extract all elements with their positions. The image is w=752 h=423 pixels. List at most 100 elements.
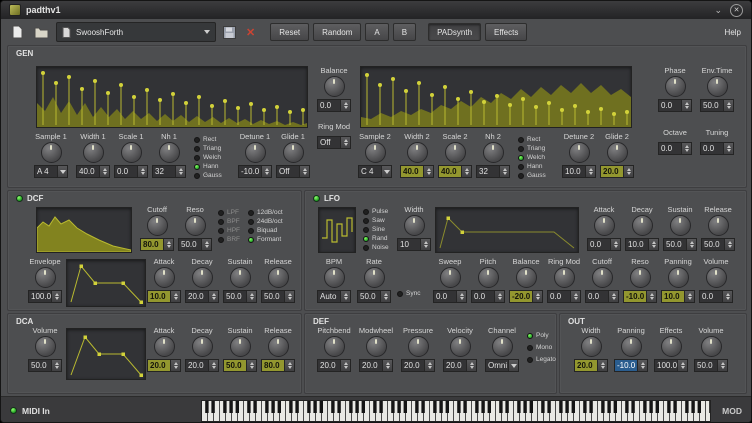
radio-option-welch[interactable]: Welch: [518, 154, 546, 161]
knob-dial[interactable]: [366, 336, 387, 357]
knob-dial[interactable]: [592, 267, 613, 288]
knob-dial[interactable]: [159, 142, 180, 163]
spin-arrows[interactable]: [637, 360, 647, 371]
spin-arrows[interactable]: [284, 291, 294, 302]
spinbox[interactable]: 0.0: [699, 290, 733, 303]
spin-arrows[interactable]: [610, 239, 620, 250]
spin-arrows[interactable]: [648, 239, 658, 250]
spinbox[interactable]: Off: [276, 165, 310, 178]
radio-option-gauss[interactable]: Gauss: [518, 172, 546, 179]
dropdown-arrow-icon[interactable]: [57, 166, 67, 177]
radio-option-rect[interactable]: Rect: [194, 136, 222, 143]
spin-arrows[interactable]: [623, 166, 633, 177]
knob-dial[interactable]: [661, 336, 682, 357]
spin-arrows[interactable]: [681, 143, 691, 154]
knob-dial[interactable]: [516, 267, 537, 288]
a-button[interactable]: A: [365, 23, 388, 41]
spin-arrows[interactable]: [677, 360, 687, 371]
radio-option-lpf[interactable]: LPF: [218, 209, 240, 216]
knob-dial[interactable]: [324, 76, 345, 97]
spin-arrows[interactable]: [208, 360, 218, 371]
spin-arrows[interactable]: [246, 360, 256, 371]
spin-arrows[interactable]: [340, 137, 350, 148]
spin-arrows[interactable]: [382, 360, 392, 371]
radio-option-poly[interactable]: Poly: [527, 332, 556, 339]
spin-arrows[interactable]: [340, 291, 350, 302]
lfo-shape-display[interactable]: [318, 207, 356, 253]
lfo-envelope-display[interactable]: [435, 207, 579, 253]
spin-arrows[interactable]: [299, 166, 309, 177]
radio-option-24db[interactable]: 24dB/oct: [248, 218, 283, 225]
radio-option-triang[interactable]: Triang: [194, 145, 222, 152]
spinbox[interactable]: 0.0: [585, 290, 619, 303]
spin-arrows[interactable]: [646, 291, 656, 302]
spinbox[interactable]: 50.0: [178, 238, 212, 251]
spin-arrows[interactable]: [724, 239, 734, 250]
spin-arrows[interactable]: [201, 239, 211, 250]
b-button[interactable]: B: [393, 23, 416, 41]
knob-dial[interactable]: [483, 142, 504, 163]
knob-dial[interactable]: [450, 336, 471, 357]
spin-arrows[interactable]: [170, 360, 180, 371]
knob-dial[interactable]: [706, 267, 727, 288]
spin-arrows[interactable]: [340, 100, 350, 111]
knob-dial[interactable]: [594, 215, 615, 236]
dcf-adsr-display[interactable]: [66, 259, 146, 307]
radio-option-hann[interactable]: Hann: [194, 163, 222, 170]
knob-dial[interactable]: [554, 267, 575, 288]
knob-dial[interactable]: [670, 215, 691, 236]
radio-option-pulse[interactable]: Pulse: [363, 208, 389, 215]
spinbox[interactable]: -10.0: [623, 290, 657, 303]
spinbox[interactable]: 100.0: [28, 290, 62, 303]
spinbox[interactable]: 0.0: [587, 238, 621, 251]
spinbox[interactable]: 0.0: [547, 290, 581, 303]
piano-keyboard[interactable]: [201, 400, 711, 422]
knob-dial[interactable]: [230, 336, 251, 357]
knob-dial[interactable]: [268, 267, 289, 288]
knob-dial[interactable]: [185, 215, 206, 236]
dropdown-arrow-icon[interactable]: [381, 166, 391, 177]
spin-arrows[interactable]: [723, 100, 733, 111]
lfo-led[interactable]: [313, 195, 320, 202]
spinbox[interactable]: 0.0: [317, 99, 351, 112]
knob-dial[interactable]: [632, 215, 653, 236]
knob-dial[interactable]: [569, 142, 590, 163]
spinbox[interactable]: 10.0: [147, 290, 181, 303]
knob-dial[interactable]: [154, 336, 175, 357]
spin-arrows[interactable]: [461, 166, 471, 177]
radio-option-formant[interactable]: Formant: [248, 236, 283, 243]
shade-window-icon[interactable]: ⌄: [711, 5, 725, 16]
spin-arrows[interactable]: [494, 291, 504, 302]
knob-dial[interactable]: [154, 267, 175, 288]
knob-dial[interactable]: [630, 267, 651, 288]
spin-arrows[interactable]: [380, 291, 390, 302]
knob-dial[interactable]: [324, 336, 345, 357]
knob-dial[interactable]: [581, 336, 602, 357]
mod-label[interactable]: MOD: [722, 406, 742, 416]
knob-dial[interactable]: [668, 267, 689, 288]
spinbox[interactable]: 10.0: [625, 238, 659, 251]
knob-dial[interactable]: [230, 267, 251, 288]
delete-preset-button[interactable]: ✕: [243, 22, 258, 42]
radio-option-brf[interactable]: BRF: [218, 236, 240, 243]
knob-dial[interactable]: [283, 142, 304, 163]
knob-dial[interactable]: [192, 267, 213, 288]
spinbox[interactable]: 32: [476, 165, 510, 178]
spinbox[interactable]: 0.0: [471, 290, 505, 303]
spin-arrows[interactable]: [99, 166, 109, 177]
spinbox[interactable]: 50.0: [28, 359, 62, 372]
radio-option-gauss[interactable]: Gauss: [194, 172, 222, 179]
knob-dial[interactable]: [607, 142, 628, 163]
spinbox[interactable]: 80.0: [140, 238, 174, 251]
dropdown-arrow-icon[interactable]: [204, 30, 210, 34]
save-preset-button[interactable]: [220, 22, 239, 42]
radio-option-hann[interactable]: Hann: [518, 163, 546, 170]
spinbox[interactable]: 50.0: [261, 290, 295, 303]
tab-padsynth[interactable]: PADsynth: [428, 23, 481, 41]
radio-option-noise[interactable]: Noise: [363, 244, 389, 251]
knob-dial[interactable]: [478, 267, 499, 288]
knob-dial[interactable]: [35, 267, 56, 288]
dca-adsr-display[interactable]: [66, 328, 146, 380]
spinbox[interactable]: 50.0: [700, 99, 734, 112]
spinbox[interactable]: 20.0: [147, 359, 181, 372]
